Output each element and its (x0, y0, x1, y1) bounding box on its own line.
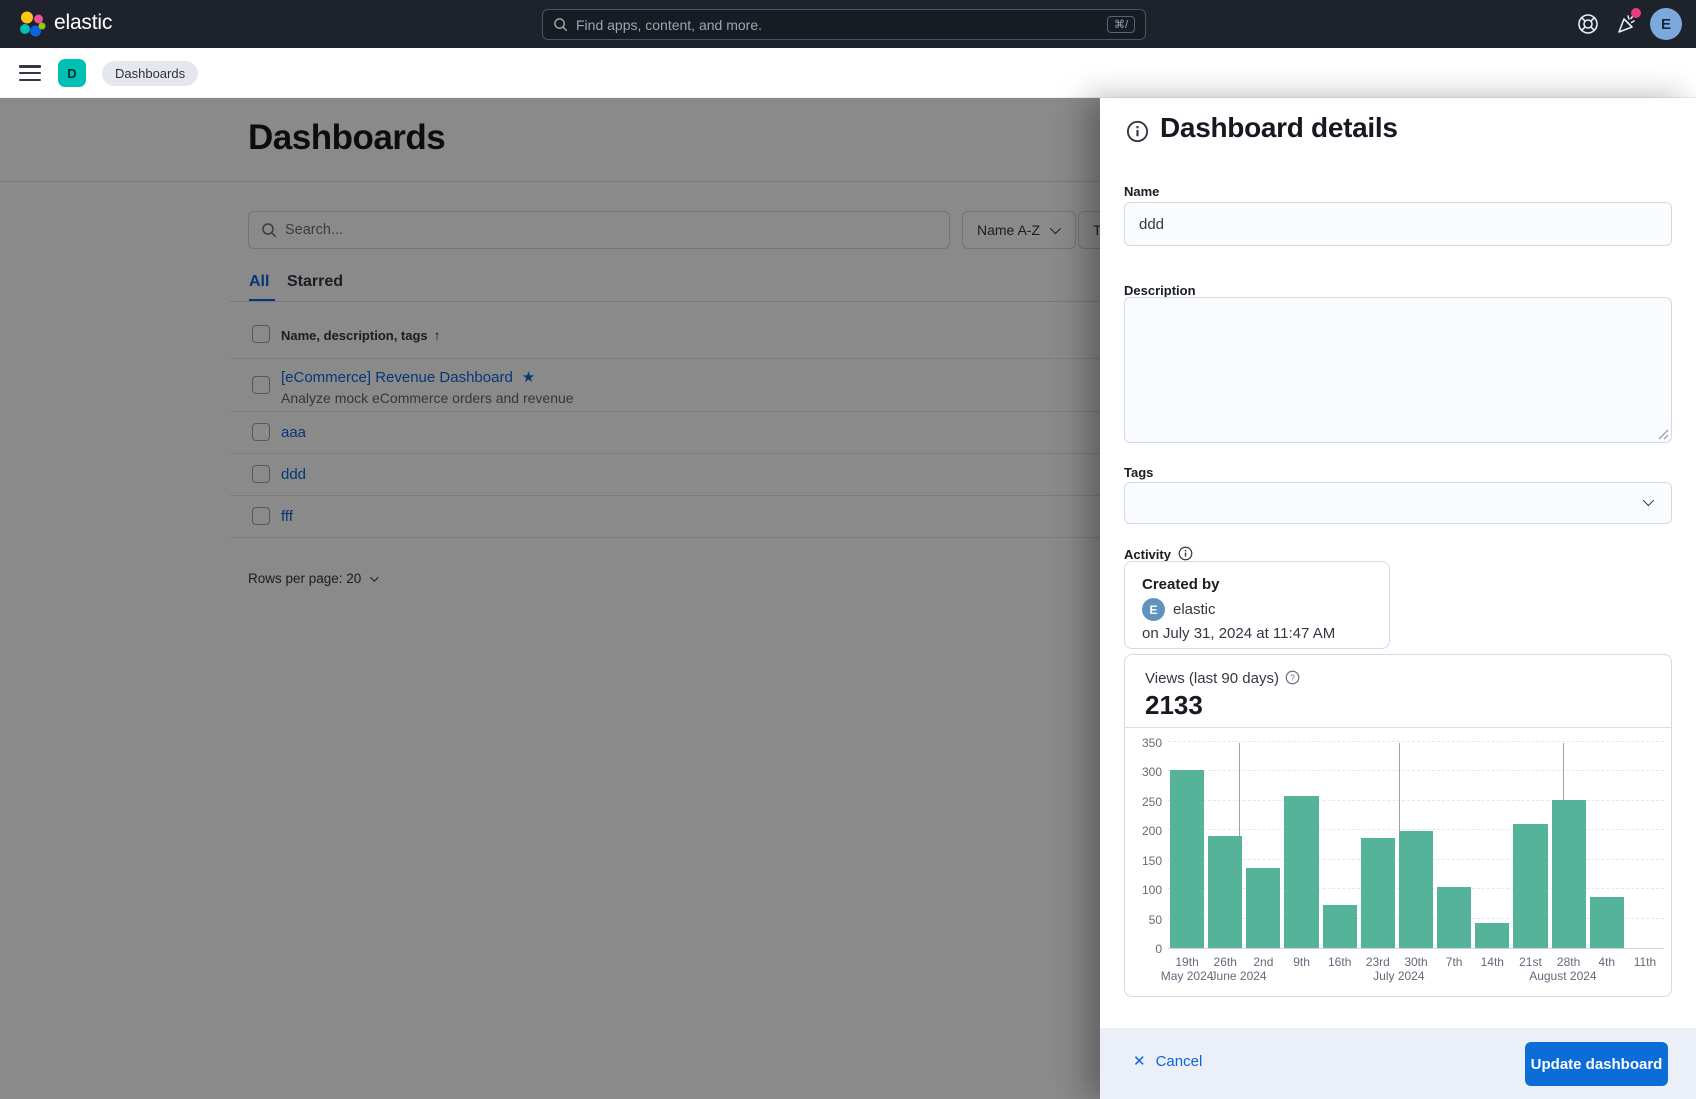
update-dashboard-button[interactable]: Update dashboard (1525, 1042, 1668, 1086)
month-label: June 2024 (1211, 969, 1267, 983)
menu-icon[interactable] (19, 65, 41, 81)
top-navbar: elastic ⌘/ E (0, 0, 1696, 48)
chart-bar (1399, 831, 1433, 948)
x-tick-label: 21st (1519, 955, 1542, 969)
chart-bar (1323, 905, 1357, 948)
shortcut-badge: ⌘/ (1107, 16, 1135, 33)
flyout-footer: ✕ Cancel Update dashboard (1100, 1028, 1696, 1099)
x-tick-label: 11th (1634, 955, 1656, 969)
x-tick-label: 4th (1598, 955, 1615, 969)
x-tick-label: 26th (1214, 955, 1237, 969)
space-avatar[interactable]: D (58, 59, 86, 87)
y-tick-label: 100 (1142, 883, 1162, 897)
global-search-input[interactable] (576, 17, 1107, 33)
breadcrumb[interactable]: Dashboards (102, 61, 198, 86)
month-label: May 2024 (1161, 969, 1214, 983)
views-panel: Views (last 90 days)? 2133 0 50 100 150 200 2… (1124, 654, 1672, 997)
x-tick-label: 28th (1557, 955, 1580, 969)
x-tick-label: 19th (1175, 955, 1198, 969)
svg-text:?: ? (1290, 673, 1295, 683)
chart-bar (1437, 887, 1471, 948)
elastic-logo-icon (18, 10, 46, 38)
info-icon (1178, 546, 1193, 561)
y-tick-label: 200 (1142, 824, 1162, 838)
y-tick-label: 150 (1142, 854, 1162, 868)
help-icon[interactable] (1576, 12, 1600, 36)
views-chart-yaxis: 050100150200250300350 (1125, 743, 1162, 949)
created-by-user: elastic (1173, 601, 1216, 618)
views-chart-xaxis: 19th 26th 2nd 9th 16th 23rd 30th 7th 14th 21st 28t… (1168, 955, 1664, 989)
chart-bar (1208, 836, 1242, 948)
x-tick-label: 2nd (1253, 955, 1273, 969)
name-field[interactable] (1124, 202, 1672, 246)
activity-label: Activity (1124, 546, 1193, 562)
tags-select[interactable] (1124, 482, 1672, 524)
gridline (1168, 800, 1664, 801)
views-total: 2133 (1145, 690, 1203, 721)
breadcrumb-bar: D Dashboards (0, 48, 1696, 98)
notification-dot (1631, 8, 1641, 18)
flyout-title: Dashboard details (1160, 112, 1398, 144)
x-tick-label: 30th (1404, 955, 1427, 969)
month-label: July 2024 (1373, 969, 1424, 983)
x-tick-label: 14th (1481, 955, 1504, 969)
chart-bar (1475, 923, 1509, 948)
created-by-heading: Created by (1142, 576, 1220, 593)
gridline (1168, 770, 1664, 771)
description-label: Description (1124, 283, 1196, 298)
y-tick-label: 350 (1142, 736, 1162, 750)
y-tick-label: 0 (1155, 942, 1162, 956)
info-icon (1126, 120, 1149, 143)
cancel-button[interactable]: ✕ Cancel (1133, 1052, 1202, 1070)
y-tick-label: 250 (1142, 795, 1162, 809)
global-search[interactable]: ⌘/ (542, 9, 1146, 40)
gridline (1168, 829, 1664, 830)
created-by-card: Created by E elastic on July 31, 2024 at… (1124, 561, 1390, 649)
panel-divider (1125, 727, 1671, 728)
chart-bar (1284, 796, 1318, 948)
chart-bar (1590, 897, 1624, 948)
month-label: August 2024 (1529, 969, 1596, 983)
chart-bar (1552, 800, 1586, 948)
y-tick-label: 300 (1142, 765, 1162, 779)
x-tick-label: 16th (1328, 955, 1351, 969)
user-avatar: E (1142, 598, 1165, 621)
chart-bar (1361, 838, 1395, 948)
created-by-date: on July 31, 2024 at 11:47 AM (1142, 625, 1335, 642)
x-tick-label: 7th (1446, 955, 1463, 969)
tags-label: Tags (1124, 465, 1153, 480)
screen: elastic ⌘/ E D Dashboards Dashboards (0, 0, 1696, 1099)
close-icon: ✕ (1133, 1052, 1146, 1070)
user-avatar[interactable]: E (1650, 8, 1682, 40)
chart-bar (1513, 824, 1547, 948)
description-field[interactable] (1124, 297, 1672, 443)
brand-wordmark: elastic (54, 11, 112, 35)
dashboard-details-flyout: Dashboard details Name Description Tags … (1100, 98, 1696, 1099)
chevron-down-icon (1643, 495, 1654, 506)
chart-bar (1170, 770, 1204, 948)
search-icon (553, 17, 568, 32)
x-tick-label: 23rd (1366, 955, 1390, 969)
question-icon[interactable]: ? (1285, 670, 1300, 685)
name-label: Name (1124, 184, 1159, 199)
x-tick-label: 9th (1293, 955, 1310, 969)
resize-handle-icon[interactable] (1657, 428, 1669, 440)
gridline (1168, 741, 1664, 742)
views-label: Views (last 90 days)? (1145, 670, 1300, 687)
y-tick-label: 50 (1149, 913, 1162, 927)
views-chart-plot (1168, 743, 1664, 949)
chart-bar (1246, 868, 1280, 948)
